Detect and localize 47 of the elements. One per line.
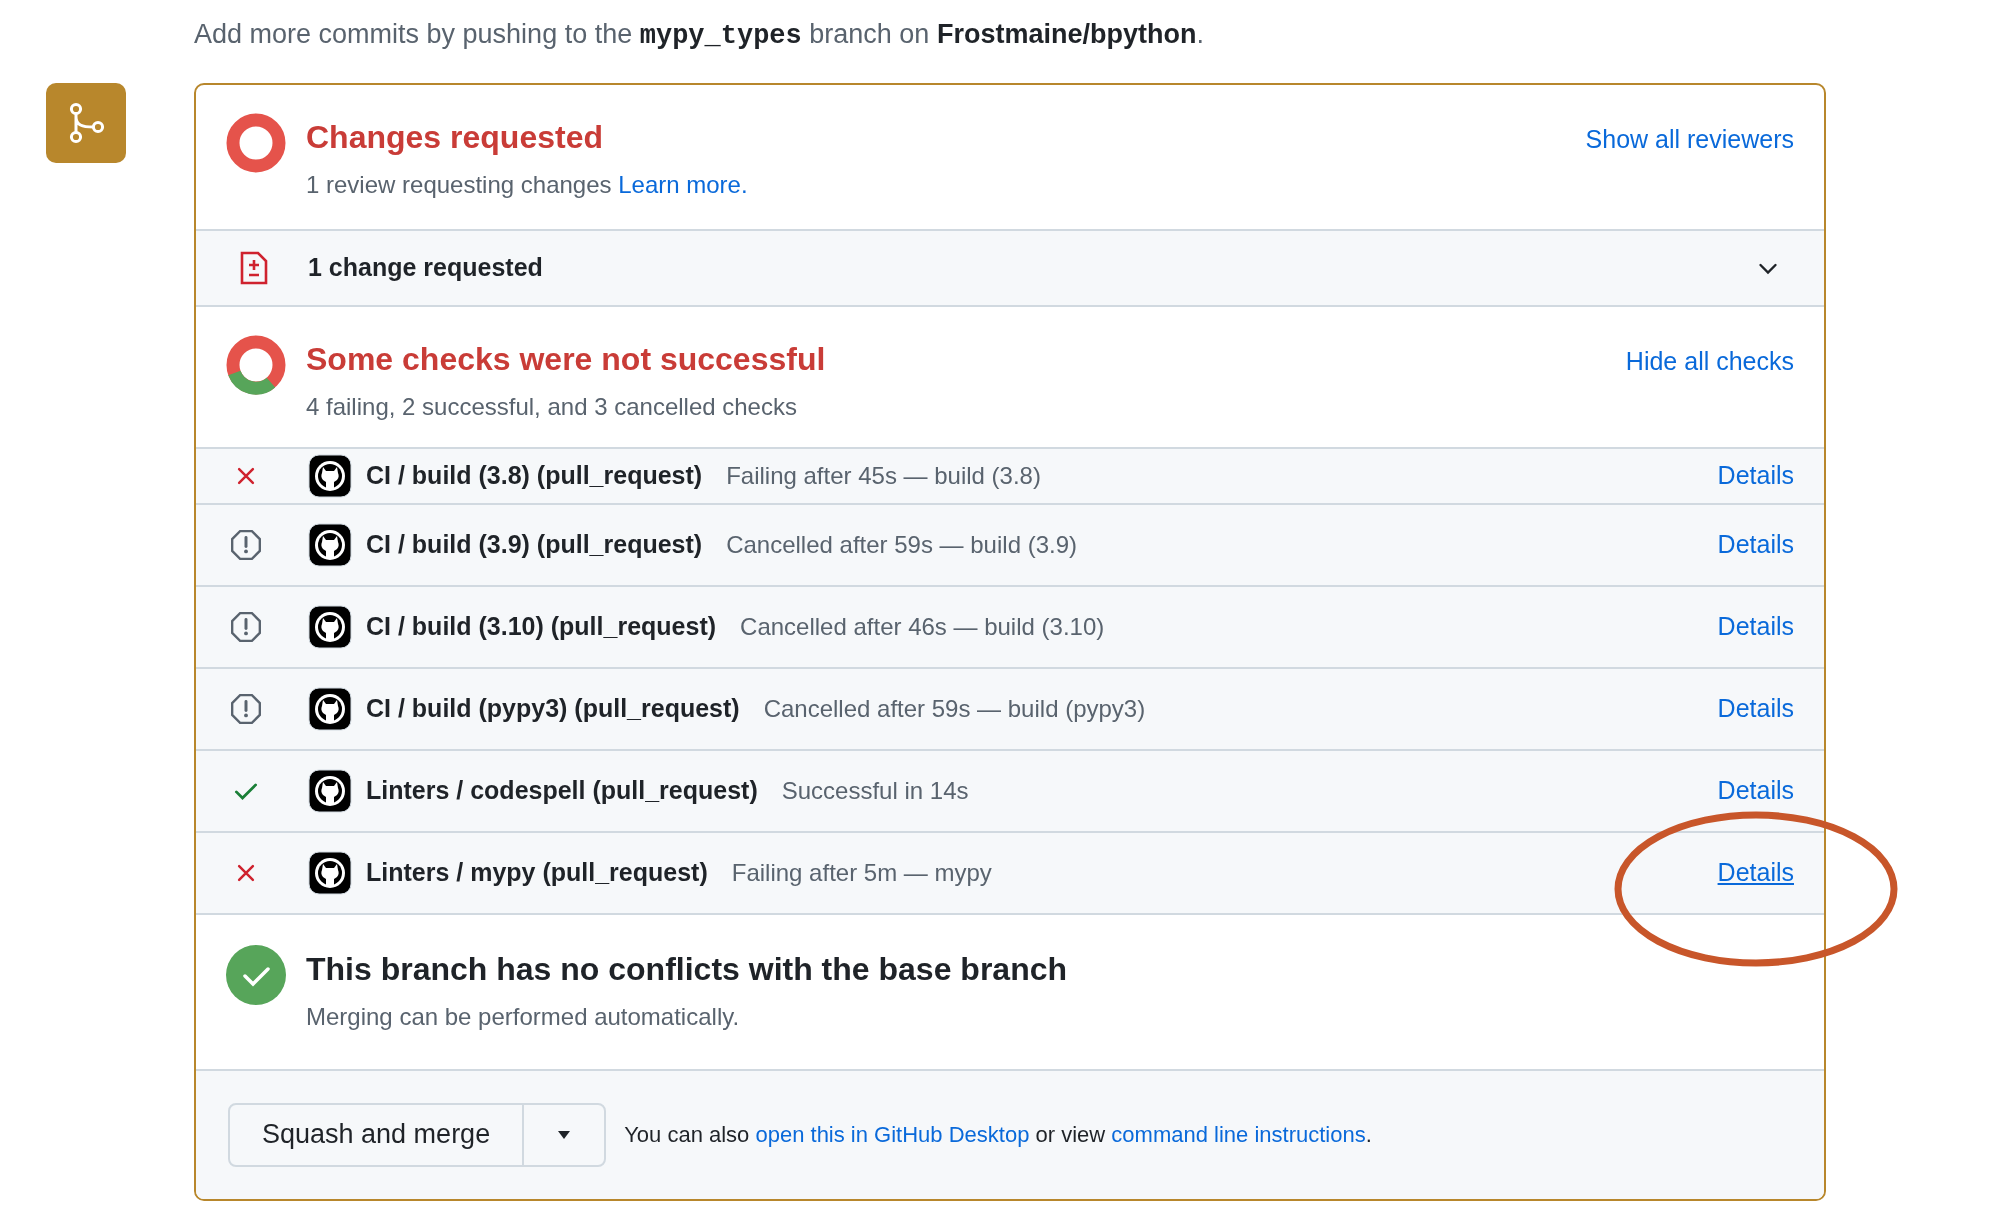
file-diff-icon xyxy=(240,250,268,285)
octocat-icon xyxy=(308,850,352,895)
status-ring-icon xyxy=(226,334,286,395)
caret-icon xyxy=(556,1129,573,1140)
octocat-icon xyxy=(308,453,352,498)
check-name: CI / build (pypy3) (pull_request) xyxy=(366,692,740,724)
octocat-icon xyxy=(308,686,352,731)
details-link[interactable]: Details xyxy=(1717,607,1794,646)
show-reviewers-link[interactable]: Show all reviewers xyxy=(1585,120,1794,158)
details-link[interactable]: Details xyxy=(1717,771,1794,810)
check-detail: Cancelled after 59s — build (3.9) xyxy=(726,529,1078,560)
review-title: Changes requested xyxy=(306,117,604,157)
details-link[interactable]: Details xyxy=(1717,456,1794,495)
github-desktop-link[interactable]: open this in GitHub Desktop xyxy=(755,1122,1030,1147)
octocat-icon xyxy=(308,604,352,649)
octocat-icon xyxy=(308,522,352,567)
changes-requested-row[interactable]: 1 change requested xyxy=(196,228,1824,307)
changes-requested-label: 1 change requested xyxy=(308,251,544,283)
status-ring-icon xyxy=(226,112,286,173)
octocat-icon xyxy=(308,768,352,813)
check-detail: Failing after 45s — build (3.8) xyxy=(726,460,1042,491)
check-name: CI / build (3.10) (pull_request) xyxy=(366,610,717,642)
check-name: Linters / mypy (pull_request) xyxy=(366,856,708,888)
checks-title: Some checks were not successful xyxy=(306,339,827,379)
merge-hint-text: You can also open this in GitHub Desktop or view command line instructions. xyxy=(624,1121,1372,1149)
success-check-icon xyxy=(226,944,286,1005)
alert-octagon-icon xyxy=(229,527,263,562)
check-detail: Successful in 14s xyxy=(781,775,970,806)
alert-octagon-icon xyxy=(229,691,263,726)
check-name: CI / build (3.9) (pull_request) xyxy=(366,528,703,560)
command-line-link[interactable]: command line instructions xyxy=(1111,1122,1366,1147)
learn-more-link[interactable]: Learn more. xyxy=(618,170,748,198)
review-subtitle: 1 review requesting changes Learn more. xyxy=(306,169,749,200)
details-link[interactable]: Details xyxy=(1717,689,1794,728)
details-link[interactable]: Details xyxy=(1717,525,1794,564)
conflicts-subtitle: Merging can be performed automatically. xyxy=(306,1001,741,1032)
check-name: CI / build (3.8) (pull_request) xyxy=(366,459,703,491)
intro-text: Add more commits by pushing to the mypy_types branch on Frostmaine/bpython. xyxy=(194,19,1204,49)
checks-subtitle: 4 failing, 2 successful, and 3 cancelled checks xyxy=(306,391,798,422)
check-detail: Cancelled after 46s — build (3.10) xyxy=(740,611,1106,642)
details-link[interactable]: Details xyxy=(1717,853,1794,892)
check-detail: Cancelled after 59s — build (pypy3) xyxy=(763,693,1147,724)
alert-octagon-icon xyxy=(229,609,263,644)
check-detail: Failing after 5m — mypy xyxy=(731,857,993,888)
check-name: Linters / codespell (pull_request) xyxy=(366,774,758,806)
conflicts-title: This branch has no conflicts with the base branch xyxy=(306,949,1067,989)
hide-checks-link[interactable]: Hide all checks xyxy=(1625,342,1794,380)
